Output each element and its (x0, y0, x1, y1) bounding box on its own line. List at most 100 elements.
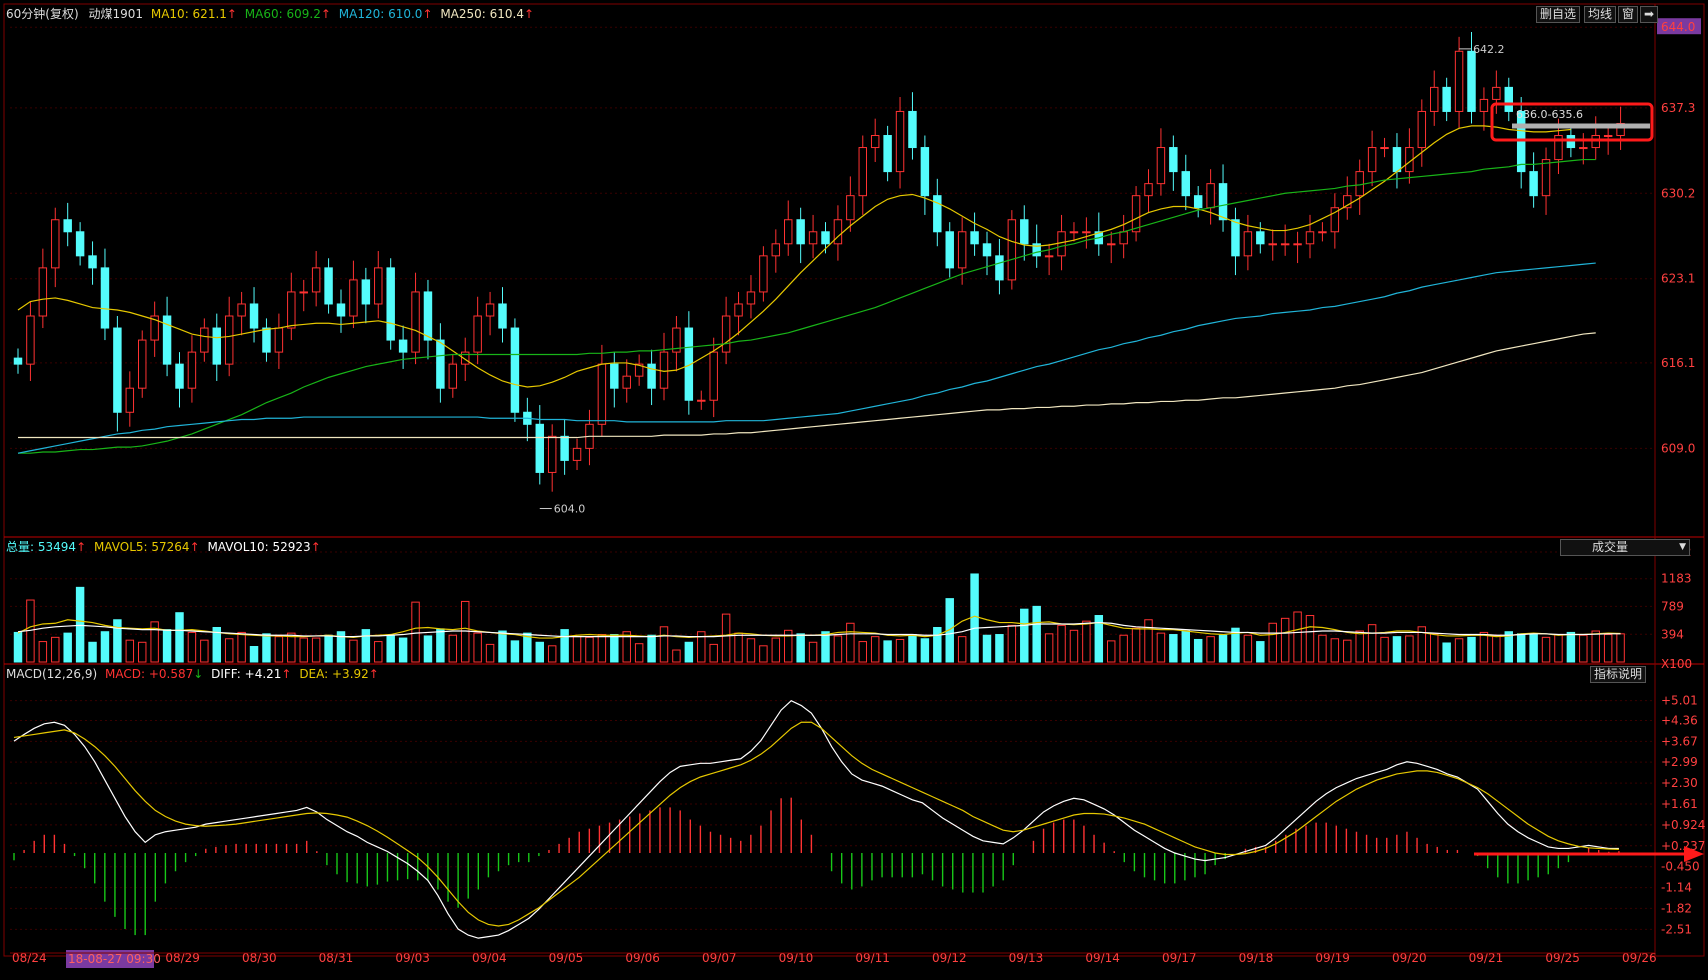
candlestick (908, 110, 917, 149)
volume-bar (262, 633, 271, 663)
volume-bar (995, 634, 1004, 663)
candlestick (423, 291, 433, 341)
volume-bar (1169, 634, 1178, 663)
volume-bar (1454, 638, 1464, 663)
candlestick (1069, 231, 1079, 234)
volume-bar (113, 619, 122, 663)
candlestick (1144, 183, 1153, 197)
volume-bar (1243, 634, 1253, 663)
indicator-help-button[interactable]: 指标说明 (1590, 666, 1647, 683)
candlestick (125, 387, 135, 413)
volume-bar (100, 631, 110, 663)
candlestick (485, 303, 495, 317)
y-tick-label: -2.51 (1661, 922, 1692, 936)
volume-bar (299, 637, 308, 663)
volume-bar (63, 632, 72, 663)
volume-bar (1057, 624, 1066, 663)
volume-bar (1529, 634, 1538, 663)
candlestick (659, 351, 669, 389)
candlestick (287, 291, 296, 329)
candlestick (821, 231, 830, 245)
volume-bar (933, 626, 942, 663)
volume-bar (1032, 605, 1041, 663)
volume-bar (895, 638, 905, 663)
volume-bar (1479, 631, 1489, 663)
ma120-line (17, 262, 1596, 454)
candlestick (597, 363, 607, 425)
volume-bar (1541, 636, 1551, 663)
window-button[interactable]: 窗 (1618, 6, 1639, 23)
volume-bar (883, 640, 892, 663)
ma-line-button[interactable]: 均线 (1584, 6, 1617, 23)
volume-bar (920, 638, 930, 663)
volume-bar (1516, 633, 1526, 663)
volume-bar (1206, 636, 1215, 663)
volume-bar (311, 637, 321, 663)
volume-bar (560, 629, 569, 663)
volume-indicator-select[interactable]: 成交量 ▼ (1560, 539, 1690, 556)
volume-bar (1268, 622, 1277, 663)
volume-bar (1280, 617, 1290, 663)
candlestick (1430, 86, 1439, 112)
exit-arrow-icon[interactable]: ➡ (1640, 6, 1659, 23)
volume-bar (175, 612, 184, 663)
candlestick (1231, 219, 1240, 257)
volume-bar (1405, 635, 1414, 663)
volume-bar (858, 641, 867, 663)
volume-bar (672, 649, 681, 663)
outer-frame (3, 3, 1705, 957)
volume-bar (237, 631, 246, 663)
candlestick (200, 327, 209, 353)
candlestick (858, 147, 867, 197)
candlestick (920, 147, 930, 197)
candlestick (721, 315, 731, 353)
volume-bar (957, 636, 967, 663)
volume-bar (75, 586, 85, 663)
volume-bar (1343, 639, 1352, 663)
candlestick (1541, 159, 1551, 197)
candlestick (262, 327, 271, 353)
volume-bar (982, 634, 992, 663)
candlestick (1603, 135, 1613, 138)
candlestick (1380, 147, 1389, 150)
chart-canvas[interactable]: 644.0 637.3 630.2 623.1 616.1 609.0 642.2 604.0… (0, 0, 1708, 976)
candlestick (1417, 110, 1427, 149)
volume-bar (138, 641, 147, 663)
price-header: 60分钟(复权) 动煤1901 MA10: 621.1↑ MA60: 609.2… (6, 6, 534, 22)
volume-bar (796, 633, 805, 663)
candlestick (883, 135, 892, 173)
y-tick-label: 1183 (1661, 572, 1692, 586)
candlestick (808, 231, 818, 245)
y-tick-label: 623.1 (1661, 272, 1695, 286)
candlestick (796, 219, 805, 245)
y-tick-label: -1.82 (1661, 901, 1692, 915)
candlestick (473, 315, 482, 353)
candlestick (38, 267, 48, 317)
candlestick (945, 231, 954, 269)
candlestick (237, 303, 246, 317)
ma60-legend: MA60: 609.2↑ (244, 7, 331, 21)
candlestick (746, 291, 756, 305)
candlestick (622, 375, 631, 389)
candlestick (436, 339, 445, 389)
candlestick (88, 255, 97, 269)
y-tick-label: +4.36 (1661, 713, 1698, 727)
volume-bar (1007, 624, 1017, 663)
volume-bar (634, 643, 644, 663)
candlestick (784, 219, 793, 245)
add-watchlist-button[interactable]: 删自选 (1536, 6, 1581, 23)
candlestick (361, 279, 371, 305)
volume-bar (585, 636, 594, 663)
candlestick (833, 219, 843, 245)
volume-bar (187, 631, 197, 663)
dea-legend: DEA: +3.92↑ (299, 667, 379, 681)
candlestick (1280, 243, 1290, 246)
volume-bar (746, 638, 756, 663)
candlestick (138, 339, 147, 389)
candlestick (510, 327, 520, 413)
y-tick-label: 644.0 (1661, 20, 1695, 34)
volume-bar (1616, 633, 1625, 663)
candlestick (547, 435, 557, 473)
y-tick-label: 394 (1661, 627, 1684, 641)
volume-bar (88, 641, 97, 663)
